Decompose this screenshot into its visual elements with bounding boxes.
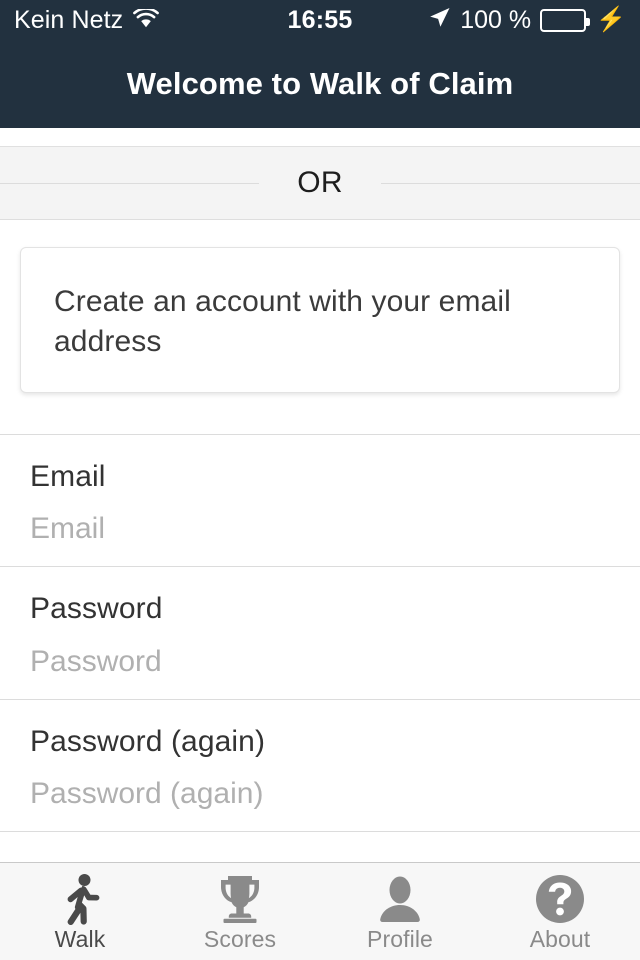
tab-walk[interactable]: Walk xyxy=(0,863,160,960)
question-mark-circle-icon xyxy=(534,873,586,925)
tab-bar: Walk Scores Profile About xyxy=(0,862,640,960)
email-input[interactable] xyxy=(30,509,590,549)
walking-person-icon xyxy=(56,873,104,925)
password-confirm-label: Password (again) xyxy=(30,724,266,758)
location-arrow-icon xyxy=(428,6,451,34)
carrier-label: Kein Netz xyxy=(14,5,124,34)
or-divider-line-left xyxy=(0,182,260,184)
or-divider-line-right xyxy=(380,182,640,184)
create-account-card-text: Create an account with your email addres… xyxy=(54,285,511,358)
navigation-bar: Welcome to Walk of Claim xyxy=(0,40,640,128)
lightning-bolt-icon: ⚡ xyxy=(596,6,626,33)
email-label: Email xyxy=(30,459,106,493)
page-title: Welcome to Walk of Claim xyxy=(126,66,514,101)
status-bar-left: Kein Netz xyxy=(14,5,160,34)
password-label: Password xyxy=(30,592,163,626)
battery-percent-label: 100 % xyxy=(460,5,532,34)
trophy-icon xyxy=(214,873,266,925)
form-row-password[interactable]: Password xyxy=(0,567,640,700)
battery-full-icon xyxy=(540,8,591,32)
app-screen: Kein Netz 16:55 100 % ⚡ Welcome to Walk … xyxy=(0,0,640,960)
or-divider-label: OR xyxy=(297,166,343,199)
tab-about-label: About xyxy=(529,925,591,952)
status-bar: Kein Netz 16:55 100 % ⚡ xyxy=(0,0,640,40)
form-row-email[interactable]: Email xyxy=(0,435,640,568)
tab-about[interactable]: About xyxy=(480,863,640,960)
or-divider: OR xyxy=(0,146,640,220)
password-confirm-input[interactable] xyxy=(30,774,590,814)
form-row-password-confirm[interactable]: Password (again) xyxy=(0,700,640,833)
status-bar-right: 100 % ⚡ xyxy=(428,6,626,34)
content-area: OR Create an account with your email add… xyxy=(0,128,640,862)
person-silhouette-icon xyxy=(377,873,423,925)
tab-profile[interactable]: Profile xyxy=(320,863,480,960)
clock-label: 16:55 xyxy=(287,5,353,34)
tab-profile-label: Profile xyxy=(367,925,433,952)
tab-scores-label: Scores xyxy=(203,925,277,952)
password-input[interactable] xyxy=(30,641,590,681)
wifi-icon xyxy=(133,7,160,33)
signup-form: Email Password Password (again) xyxy=(0,433,640,833)
tab-scores[interactable]: Scores xyxy=(160,863,320,960)
create-account-card-wrapper: Create an account with your email addres… xyxy=(0,220,640,393)
create-account-card[interactable]: Create an account with your email addres… xyxy=(20,247,620,393)
tab-walk-label: Walk xyxy=(54,925,106,952)
